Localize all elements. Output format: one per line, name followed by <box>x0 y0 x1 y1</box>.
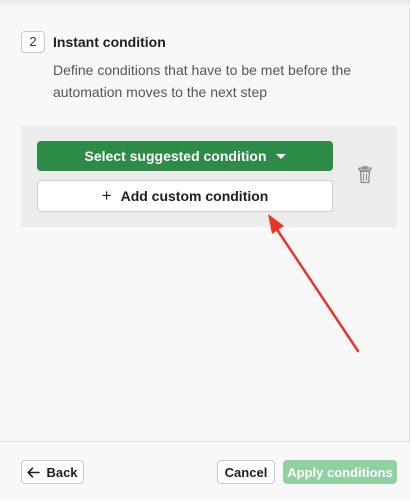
cancel-button[interactable]: Cancel <box>217 460 275 484</box>
step-title: Instant condition <box>53 34 166 50</box>
apply-conditions-button[interactable]: Apply conditions <box>283 460 397 484</box>
step-description: Define conditions that have to be met be… <box>53 62 352 100</box>
back-label: Back <box>46 464 78 480</box>
step-number-badge: 2 <box>21 31 45 53</box>
top-shadow <box>0 0 410 8</box>
add-custom-condition-button[interactable]: + Add custom condition <box>37 180 333 212</box>
apply-label: Apply conditions <box>287 464 393 480</box>
plus-icon: + <box>101 186 112 205</box>
custom-condition-label: Add custom condition <box>120 188 269 204</box>
arrow-left-icon <box>27 466 41 478</box>
back-button[interactable]: Back <box>21 460 84 484</box>
caret-down-icon <box>275 154 286 159</box>
cancel-label: Cancel <box>224 464 268 480</box>
select-suggested-condition-button[interactable]: Select suggested condition <box>37 141 333 171</box>
automation-step-panel: 2 Instant condition Define conditions th… <box>0 0 410 500</box>
trash-icon[interactable] <box>357 166 373 186</box>
suggested-condition-label: Select suggested condition <box>84 148 267 164</box>
